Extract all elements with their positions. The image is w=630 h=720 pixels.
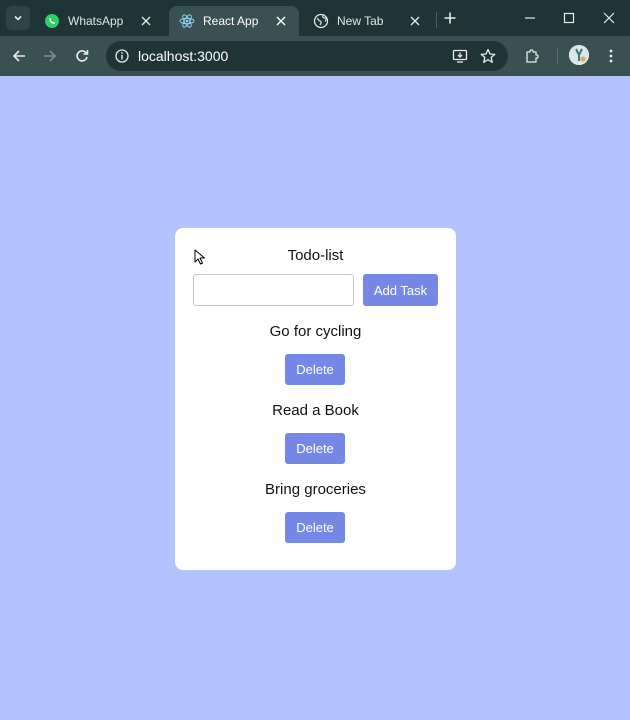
minimize-button[interactable] xyxy=(518,6,542,30)
bookmark-star-icon[interactable] xyxy=(479,47,497,65)
address-bar[interactable]: localhost:3000 xyxy=(106,41,508,71)
plus-icon xyxy=(444,12,456,24)
tab-new-tab[interactable]: New Tab xyxy=(303,6,433,36)
task-text: Bring groceries xyxy=(265,481,366,498)
tab-label: New Tab xyxy=(337,14,384,28)
delete-button[interactable]: Delete xyxy=(285,512,345,543)
install-app-icon[interactable] xyxy=(451,47,469,65)
reload-icon xyxy=(76,50,89,62)
tab-react-app[interactable]: React App xyxy=(169,6,299,36)
mouse-cursor-icon xyxy=(194,249,205,265)
tab-search-button[interactable] xyxy=(6,6,30,30)
close-tab-icon[interactable] xyxy=(407,13,423,29)
tab-separator xyxy=(436,12,437,28)
maximize-button[interactable] xyxy=(557,6,581,30)
extensions-button[interactable] xyxy=(520,44,544,68)
more-vertical-icon xyxy=(609,49,613,63)
task-item: Read a Book Delete xyxy=(175,307,456,464)
task-item: Bring groceries Delete xyxy=(175,386,456,543)
tab-label: React App xyxy=(203,14,259,28)
minimize-icon xyxy=(525,17,535,19)
close-tab-icon[interactable] xyxy=(138,13,154,29)
todo-card: Todo-list Add Task Go for cycling Delete… xyxy=(175,228,456,570)
close-tab-icon[interactable] xyxy=(273,13,289,29)
chevron-down-icon xyxy=(14,15,22,21)
back-button[interactable] xyxy=(7,44,31,68)
new-tab-button[interactable] xyxy=(440,8,460,28)
maximize-icon xyxy=(563,12,575,24)
address-url: localhost:3000 xyxy=(138,48,229,64)
reload-button[interactable] xyxy=(70,44,94,68)
task-item: Go for cycling Delete xyxy=(175,228,456,385)
globe-icon xyxy=(313,13,329,29)
forward-button[interactable] xyxy=(38,44,62,68)
site-info-icon[interactable] xyxy=(114,48,130,64)
avatar-icon xyxy=(569,45,589,65)
tab-whatsapp[interactable]: WhatsApp xyxy=(34,6,164,36)
browser-toolbar: localhost:3000 xyxy=(0,36,630,76)
whatsapp-icon xyxy=(44,13,60,29)
arrow-right-icon xyxy=(44,50,57,62)
close-window-button[interactable] xyxy=(597,6,621,30)
tab-strip: WhatsApp React App New Tab xyxy=(0,0,630,36)
react-icon xyxy=(179,13,195,29)
tab-label: WhatsApp xyxy=(68,14,124,28)
close-icon xyxy=(603,12,615,24)
menu-button[interactable] xyxy=(599,44,623,68)
toolbar-separator xyxy=(556,44,558,68)
arrow-left-icon xyxy=(12,50,25,62)
profile-avatar[interactable] xyxy=(569,45,589,65)
puzzle-icon xyxy=(526,49,539,63)
